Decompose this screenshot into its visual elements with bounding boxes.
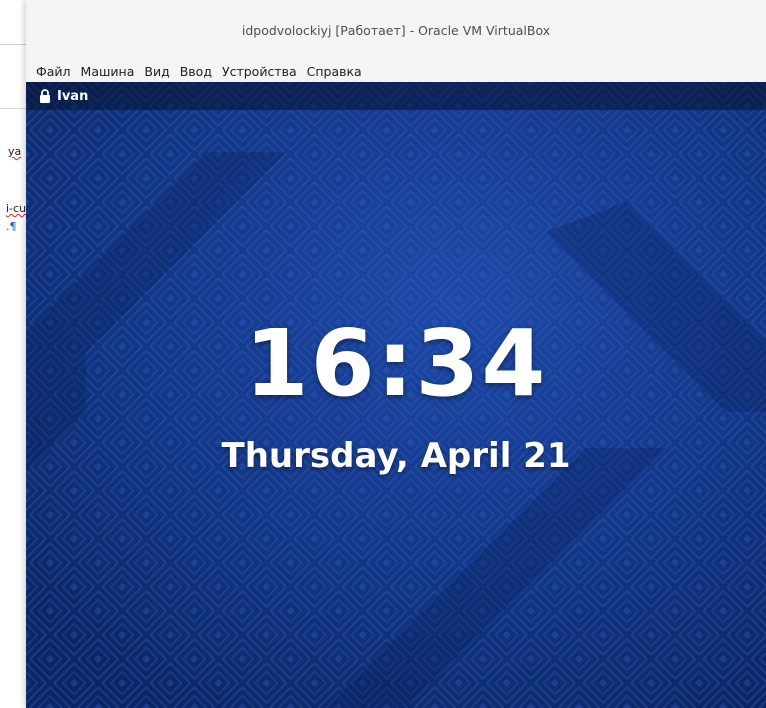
- doc-toolbar-divider: [0, 44, 28, 45]
- guest-lock-screen[interactable]: Ivan 16:34 Thursday, April 21: [26, 82, 766, 708]
- window-titlebar[interactable]: idpodvolockiyj [Работает] - Oracle VM Vi…: [26, 0, 766, 60]
- lock-screen-date: Thursday, April 21: [221, 436, 571, 476]
- user-name[interactable]: Ivan: [57, 89, 88, 104]
- doc-text-fragment: i-cu: [6, 202, 27, 215]
- lock-screen-time: 16:34: [244, 310, 548, 417]
- menu-input[interactable]: Ввод: [175, 64, 217, 79]
- window-title: idpodvolockiyj [Работает] - Oracle VM Vi…: [241, 22, 551, 38]
- doc-text-fragment: .¶: [6, 220, 17, 233]
- doc-text-fragment: ya: [8, 145, 22, 158]
- menu-bar: Файл Машина Вид Ввод Устройства Справка: [26, 60, 766, 82]
- menu-machine[interactable]: Машина: [76, 64, 140, 79]
- background-document-window: ya i-cu .¶: [0, 0, 28, 708]
- virtualbox-window: idpodvolockiyj [Работает] - Oracle VM Vi…: [26, 0, 766, 708]
- menu-devices[interactable]: Устройства: [217, 64, 302, 79]
- lock-icon: [40, 89, 50, 103]
- menu-help[interactable]: Справка: [302, 64, 367, 79]
- menu-file[interactable]: Файл: [26, 64, 76, 79]
- menu-view[interactable]: Вид: [139, 64, 174, 79]
- doc-ruler-line: [0, 108, 28, 109]
- guest-top-bar: Ivan: [26, 82, 766, 110]
